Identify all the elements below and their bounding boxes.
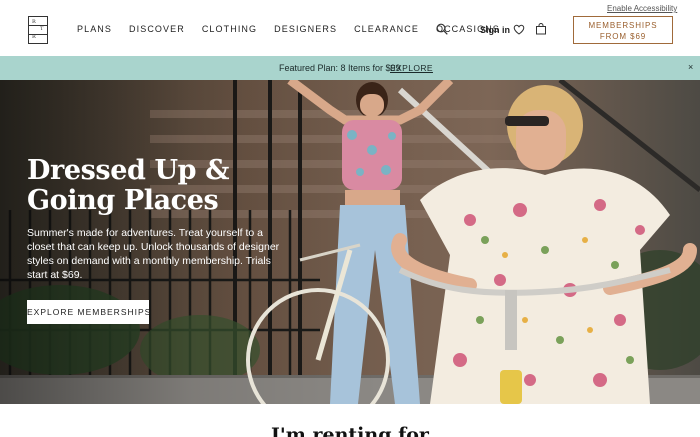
sign-in-link[interactable]: Sign in — [480, 25, 510, 35]
hero-banner: Dressed Up & Going Places Summer's made … — [0, 80, 700, 404]
heart-icon[interactable] — [513, 24, 525, 35]
nav-item-designers[interactable]: DESIGNERS — [274, 24, 337, 34]
explore-memberships-button[interactable]: EXPLORE MEMBERSHIPS — [27, 300, 150, 324]
search-icon[interactable] — [436, 23, 448, 35]
memberships-button-line1: MEMBERSHIPS — [588, 21, 658, 30]
section-heading: I'm renting for — [271, 424, 429, 437]
promo-banner: Featured Plan: 8 Items for $99 EXPLORE × — [0, 56, 700, 80]
hero-description: Summer's made for adventures. Treat your… — [27, 227, 280, 281]
nav-item-clearance[interactable]: CLEARANCE — [354, 24, 419, 34]
memberships-button[interactable]: MEMBERSHIPS FROM $69 — [573, 16, 673, 44]
nav-item-plans[interactable]: PLANS — [77, 24, 112, 34]
logo-letter: R — [32, 34, 36, 40]
memberships-button-line2: FROM $69 — [599, 32, 647, 41]
shopping-bag-icon[interactable] — [535, 23, 547, 35]
nav-item-clothing[interactable]: CLOTHING — [202, 24, 257, 34]
logo-letter: T — [40, 26, 44, 32]
enable-accessibility-link[interactable]: Enable Accessibility — [607, 4, 677, 13]
hero-title-line1: Dressed Up & — [27, 155, 230, 186]
logo-divider — [29, 34, 47, 35]
hero-title-line2: Going Places — [27, 185, 219, 216]
promo-explore-link[interactable]: EXPLORE — [390, 63, 433, 73]
promo-text: Featured Plan: 8 Items for $99 — [279, 63, 401, 73]
hero-title: Dressed Up & Going Places — [27, 156, 327, 216]
close-icon[interactable]: × — [688, 62, 693, 72]
site-header: R T R PLANS DISCOVER CLOTHING DESIGNERS … — [0, 0, 700, 56]
nav-item-discover[interactable]: DISCOVER — [129, 24, 185, 34]
logo-divider — [29, 25, 47, 26]
logo[interactable]: R T R — [28, 16, 48, 44]
main-nav: PLANS DISCOVER CLOTHING DESIGNERS CLEARA… — [77, 24, 517, 34]
